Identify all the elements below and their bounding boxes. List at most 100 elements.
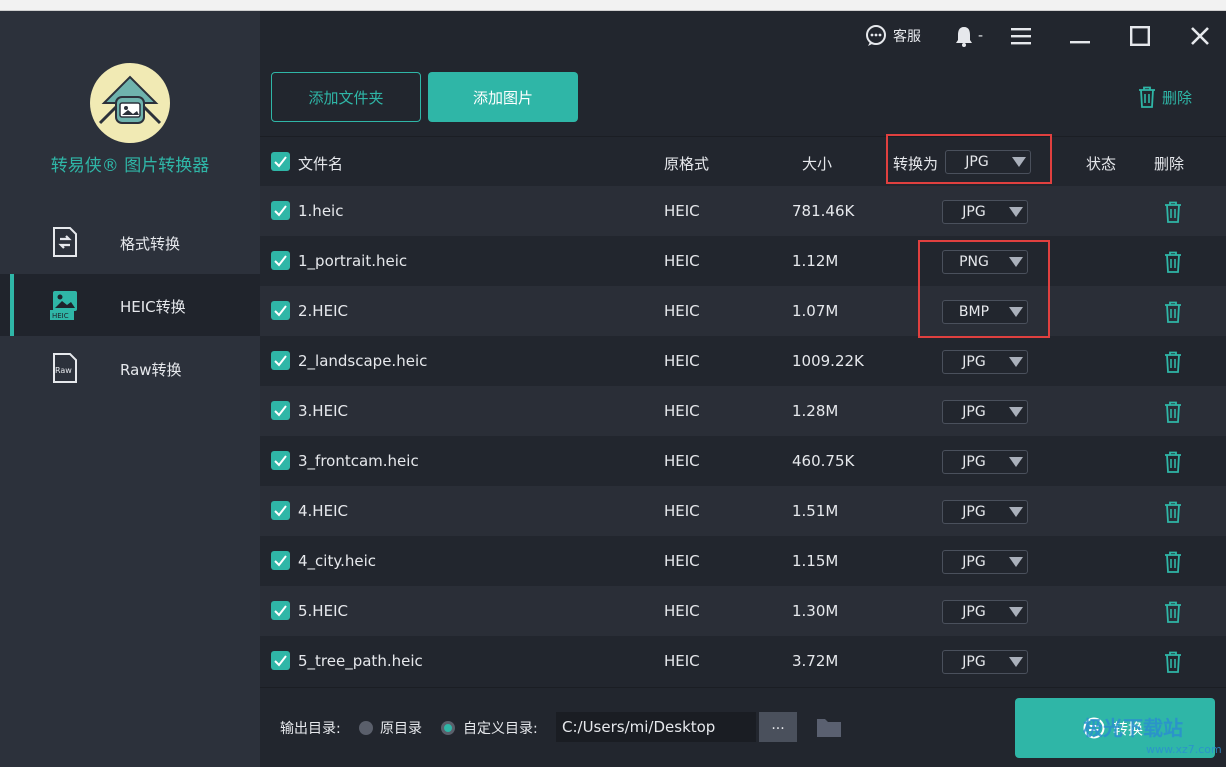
trash-icon xyxy=(1165,651,1181,673)
target-format-select[interactable]: JPG xyxy=(942,550,1028,574)
brand-title: 转易侠® 图片转换器 xyxy=(50,156,210,176)
file-name: 3.HEIC xyxy=(298,402,348,420)
table-row: 1_portrait.heic HEIC 1.12M PNG xyxy=(260,236,1226,286)
target-format-select[interactable]: JPG xyxy=(942,450,1028,474)
target-format-select[interactable]: JPG xyxy=(942,400,1028,424)
maximize-button[interactable] xyxy=(1130,23,1150,49)
row-delete-button[interactable] xyxy=(1163,301,1183,323)
radio-custom-dir[interactable] xyxy=(441,721,455,735)
row-checkbox[interactable] xyxy=(271,301,290,320)
minimize-button[interactable] xyxy=(1070,23,1090,49)
row-checkbox[interactable] xyxy=(271,201,290,220)
sidebar-item-heic-convert[interactable]: HEIC HEIC转换 xyxy=(0,274,260,336)
sidebar-item-raw-convert[interactable]: Raw Raw转换 xyxy=(0,337,260,399)
file-size: 1.15M xyxy=(792,552,839,570)
highlight-global-format xyxy=(886,134,1052,184)
row-checkbox[interactable] xyxy=(271,601,290,620)
row-delete-button[interactable] xyxy=(1163,551,1183,573)
original-format: HEIC xyxy=(664,352,700,370)
select-all-checkbox[interactable] xyxy=(271,152,290,171)
row-checkbox[interactable] xyxy=(271,351,290,370)
row-delete-button[interactable] xyxy=(1163,601,1183,623)
trash-icon xyxy=(1165,301,1181,323)
table-row: 2_landscape.heic HEIC 1009.22K JPG xyxy=(260,336,1226,386)
trash-icon xyxy=(1165,451,1181,473)
row-delete-button[interactable] xyxy=(1163,651,1183,673)
format-convert-icon xyxy=(49,226,81,258)
browse-button[interactable]: ... xyxy=(759,712,797,742)
file-name: 4_city.heic xyxy=(298,552,376,570)
sidebar-item-label: 格式转换 xyxy=(120,235,181,253)
watermark-text: 极光下载站 xyxy=(1083,716,1183,740)
target-format-select[interactable]: JPG xyxy=(942,600,1028,624)
trash-icon xyxy=(1165,201,1181,223)
target-format-select[interactable]: JPG xyxy=(942,200,1028,224)
add-folder-button[interactable]: 添加文件夹 xyxy=(271,72,421,122)
file-size: 1.30M xyxy=(792,602,839,620)
table-row: 5_tree_path.heic HEIC 3.72M JPG xyxy=(260,636,1226,686)
row-checkbox[interactable] xyxy=(271,501,290,520)
check-icon xyxy=(274,205,287,217)
row-checkbox[interactable] xyxy=(271,251,290,270)
trash-icon xyxy=(1165,501,1181,523)
row-checkbox[interactable] xyxy=(271,551,290,570)
file-size: 781.46K xyxy=(792,202,855,220)
file-name: 3_frontcam.heic xyxy=(298,452,419,470)
open-folder-button[interactable] xyxy=(816,716,842,738)
target-format-select[interactable]: JPG xyxy=(942,650,1028,674)
row-delete-button[interactable] xyxy=(1163,501,1183,523)
row-checkbox[interactable] xyxy=(271,651,290,670)
delete-all-button[interactable]: 删除 xyxy=(1138,86,1192,108)
file-size: 1.12M xyxy=(792,252,839,270)
check-icon xyxy=(274,505,287,517)
highlight-row-formats xyxy=(918,240,1050,338)
file-size: 460.75K xyxy=(792,452,855,470)
trash-icon xyxy=(1139,86,1155,108)
header-status: 状态 xyxy=(1086,155,1117,173)
sidebar-item-label: Raw转换 xyxy=(120,361,182,379)
target-format-select[interactable]: JPG xyxy=(942,350,1028,374)
sidebar-item-format-convert[interactable]: 格式转换 xyxy=(0,211,260,273)
chevron-down-icon xyxy=(1009,607,1023,617)
close-button[interactable] xyxy=(1190,23,1210,49)
original-format: HEIC xyxy=(664,452,700,470)
chevron-down-icon xyxy=(1009,557,1023,567)
check-icon xyxy=(274,305,287,317)
title-bar: 客服 - xyxy=(260,11,1226,61)
chevron-down-icon xyxy=(1009,457,1023,467)
file-name: 5.HEIC xyxy=(298,602,348,620)
chevron-down-icon xyxy=(1009,657,1023,667)
notification-button[interactable]: - xyxy=(954,23,983,49)
target-format-value: JPG xyxy=(962,604,986,620)
radio-original-dir[interactable] xyxy=(359,721,373,735)
chevron-down-icon xyxy=(1009,357,1023,367)
original-format: HEIC xyxy=(664,602,700,620)
output-path-input[interactable]: C:/Users/mi/Desktop xyxy=(556,712,756,742)
target-format-select[interactable]: JPG xyxy=(942,500,1028,524)
original-format: HEIC xyxy=(664,652,700,670)
sidebar-item-label: HEIC转换 xyxy=(120,298,186,316)
row-delete-button[interactable] xyxy=(1163,251,1183,273)
trash-icon xyxy=(1165,251,1181,273)
check-icon xyxy=(274,255,287,267)
table-row: 3.HEIC HEIC 1.28M JPG xyxy=(260,386,1226,436)
table-row: 5.HEIC HEIC 1.30M JPG xyxy=(260,586,1226,636)
file-name: 2.HEIC xyxy=(298,302,348,320)
row-delete-button[interactable] xyxy=(1163,451,1183,473)
target-format-value: JPG xyxy=(962,204,986,220)
trash-icon xyxy=(1165,351,1181,373)
file-name: 1.heic xyxy=(298,202,344,220)
row-delete-button[interactable] xyxy=(1163,201,1183,223)
customer-service-button[interactable]: 客服 xyxy=(864,23,921,49)
chevron-down-icon xyxy=(1009,407,1023,417)
main-panel: 客服 - 添加文件夹 添加图片 删除 文件名 原格式 大小 转换为 JPG 状态… xyxy=(260,11,1226,767)
row-checkbox[interactable] xyxy=(271,451,290,470)
file-size: 1.51M xyxy=(792,502,839,520)
add-image-button[interactable]: 添加图片 xyxy=(428,72,578,122)
row-delete-button[interactable] xyxy=(1163,401,1183,423)
row-delete-button[interactable] xyxy=(1163,351,1183,373)
row-checkbox[interactable] xyxy=(271,401,290,420)
check-icon xyxy=(274,455,287,467)
menu-button[interactable] xyxy=(1011,23,1031,49)
table-row: 3_frontcam.heic HEIC 460.75K JPG xyxy=(260,436,1226,486)
